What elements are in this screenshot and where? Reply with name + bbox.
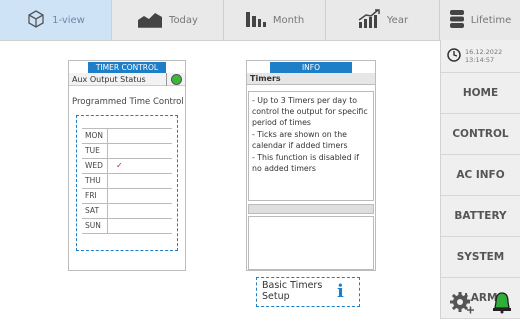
day-row-fri[interactable]: FRI — [82, 189, 172, 204]
clock-time: 13:14:57 — [465, 56, 495, 64]
day-label: MON — [85, 131, 103, 140]
status-led — [171, 74, 182, 85]
side-nav: 16.12.2022 13:14:57 HOME CONTROL AC INFO… — [440, 40, 520, 319]
nav-ac-info[interactable]: AC INFO — [441, 155, 520, 196]
nav-control[interactable]: CONTROL — [441, 114, 520, 155]
info-line: - This function is disabled if no added … — [252, 153, 359, 173]
nav-battery[interactable]: BATTERY — [441, 196, 520, 237]
bar-chart-icon — [245, 10, 267, 31]
timer-control-panel: Aux Output Status Programmed Time Contro… — [68, 60, 186, 271]
aux-output-status-label: Aux Output Status — [72, 75, 146, 84]
nav-system[interactable]: SYSTEM — [441, 237, 520, 278]
settings-gear-icon[interactable] — [449, 290, 475, 318]
aux-output-status-row: Aux Output Status — [69, 73, 185, 86]
alarm-bell-icon[interactable] — [491, 290, 513, 318]
info-panel: Timers - Up to 3 Timers per day to contr… — [246, 60, 376, 271]
tab-year[interactable]: Year — [326, 0, 440, 40]
basic-timers-setup-button[interactable]: Basic Timers Setup i — [256, 277, 360, 307]
day-selector: MON TUE WED ✓ THU FRI SAT SUN — [76, 115, 178, 251]
info-header: Timers — [247, 73, 375, 85]
info-line: - Ticks are shown on the calendar if add… — [252, 130, 348, 150]
clock-icon — [447, 47, 461, 66]
day-label: SUN — [85, 221, 101, 230]
tab-label: Month — [272, 14, 305, 26]
tab-label: Year — [386, 14, 409, 26]
day-label: WED — [85, 161, 103, 170]
clock: 16.12.2022 13:14:57 — [441, 40, 520, 73]
tab-month[interactable]: Month — [224, 0, 326, 40]
check-icon: ✓ — [116, 161, 123, 170]
database-icon — [449, 9, 465, 32]
growth-chart-icon — [357, 8, 381, 32]
nav-bottom-icons — [441, 288, 520, 319]
tab-label: Lifetime — [470, 14, 512, 26]
day-row-thu[interactable]: THU — [82, 174, 172, 189]
info-lower-box — [248, 216, 374, 270]
day-list: MON TUE WED ✓ THU FRI SAT SUN — [82, 128, 172, 234]
nav-home[interactable]: HOME — [441, 73, 520, 114]
tab-1-view[interactable]: 1-view — [0, 0, 112, 40]
basic-timers-label: Basic Timers Setup — [262, 280, 323, 302]
info-icon: i — [337, 281, 344, 302]
day-row-sat[interactable]: SAT — [82, 204, 172, 219]
day-row-wed[interactable]: WED ✓ — [82, 159, 172, 174]
tab-label: 1-view — [52, 14, 85, 26]
day-row-mon[interactable]: MON — [82, 129, 172, 144]
area-chart-icon — [137, 10, 163, 31]
cube-icon — [26, 9, 46, 32]
info-divider — [248, 204, 374, 214]
tab-label: Today — [169, 14, 198, 26]
programmed-time-control-label: Programmed Time Control — [72, 97, 184, 107]
day-label: SAT — [85, 206, 100, 215]
divider — [166, 73, 167, 86]
info-body: - Up to 3 Timers per day to control the … — [248, 91, 374, 201]
day-label: THU — [85, 176, 101, 185]
day-label: TUE — [85, 146, 100, 155]
top-tab-bar: 1-view Today Month Year Lifetime — [0, 0, 520, 41]
tab-today[interactable]: Today — [112, 0, 224, 40]
info-line: - Up to 3 Timers per day to control the … — [252, 96, 368, 127]
clock-date: 16.12.2022 — [465, 48, 503, 56]
day-row-sun[interactable]: SUN — [82, 219, 172, 234]
day-row-tue[interactable]: TUE — [82, 144, 172, 159]
tab-lifetime[interactable]: Lifetime — [440, 0, 520, 40]
day-label: FRI — [85, 191, 97, 200]
